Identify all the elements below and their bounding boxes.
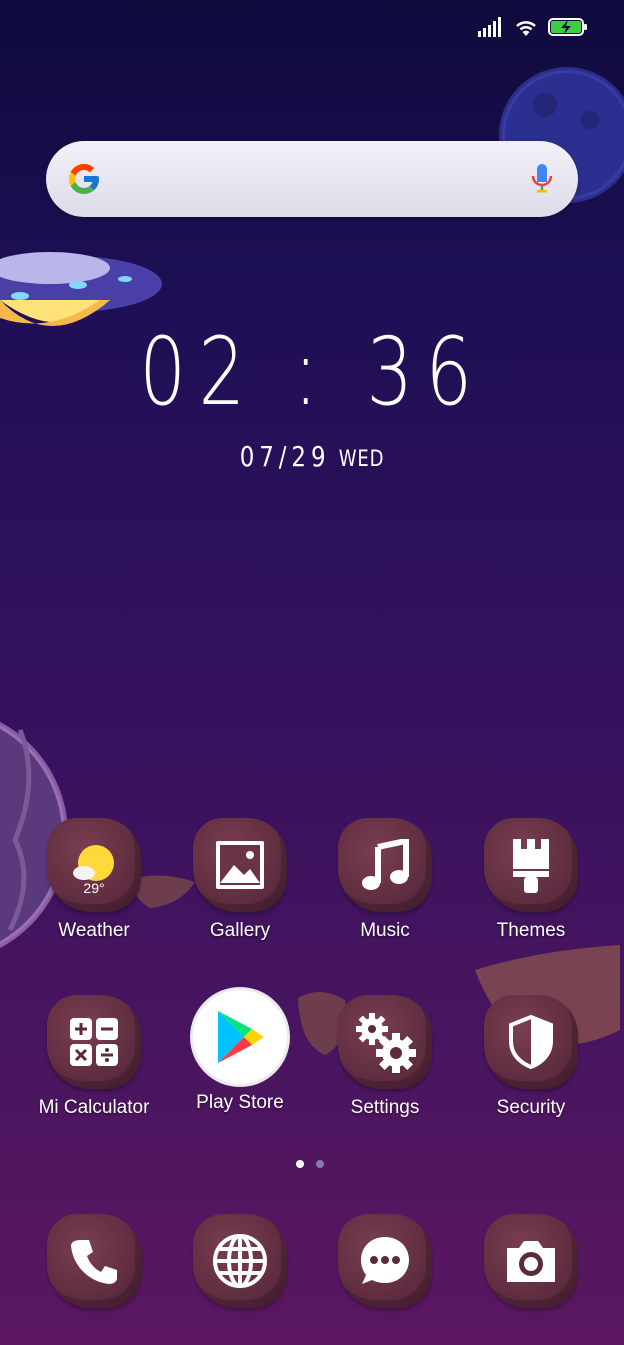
signal-icon bbox=[478, 17, 501, 37]
camera-tile bbox=[484, 1214, 578, 1308]
phone-icon bbox=[71, 1240, 117, 1284]
day-of-week: WED bbox=[338, 447, 385, 472]
weather-tile: 29° bbox=[47, 818, 141, 912]
calculator-tile bbox=[47, 995, 141, 1089]
themes-tile bbox=[484, 818, 578, 912]
gallery-tile bbox=[193, 818, 287, 912]
chat-bubble-icon bbox=[361, 1237, 409, 1284]
messages-tile bbox=[338, 1214, 432, 1308]
page-indicator[interactable] bbox=[296, 1160, 324, 1168]
security-tile bbox=[484, 995, 578, 1089]
dock-browser[interactable] bbox=[167, 1214, 313, 1308]
app-weather[interactable]: 29° Weather bbox=[21, 818, 167, 942]
music-tile bbox=[338, 818, 432, 912]
camera-icon bbox=[507, 1241, 555, 1282]
mic-icon[interactable] bbox=[530, 162, 554, 196]
app-label: Play Store bbox=[196, 1092, 284, 1113]
settings-tile bbox=[338, 995, 432, 1089]
dock-phone[interactable] bbox=[21, 1214, 167, 1308]
app-gallery[interactable]: Gallery bbox=[167, 818, 313, 942]
play-store-icon bbox=[218, 1011, 264, 1063]
app-label: Music bbox=[360, 920, 410, 941]
image-icon bbox=[216, 841, 264, 889]
dock-messages[interactable] bbox=[312, 1214, 458, 1308]
app-label: Gallery bbox=[209, 920, 271, 941]
page-dot-active[interactable] bbox=[296, 1160, 304, 1168]
app-music[interactable]: Music bbox=[312, 818, 458, 942]
dock-camera[interactable] bbox=[458, 1214, 604, 1308]
browser-tile bbox=[193, 1214, 287, 1308]
google-g-icon bbox=[69, 164, 99, 194]
clock-time[interactable]: 02 : 36 bbox=[69, 318, 556, 427]
date-text: 07/29 bbox=[239, 440, 331, 473]
globe-icon bbox=[213, 1234, 267, 1288]
music-note-icon bbox=[362, 839, 409, 890]
app-label: Security bbox=[496, 1097, 566, 1118]
gear-icon bbox=[356, 1013, 416, 1073]
app-settings[interactable]: Settings bbox=[312, 995, 458, 1119]
app-label: Mi Calculator bbox=[38, 1097, 150, 1118]
app-label: Settings bbox=[350, 1097, 420, 1118]
app-mi-calculator[interactable]: Mi Calculator bbox=[21, 995, 167, 1119]
weather-temp: 29° bbox=[83, 880, 105, 896]
app-themes[interactable]: Themes bbox=[458, 818, 604, 942]
phone-tile bbox=[47, 1214, 141, 1308]
wifi-icon bbox=[516, 21, 536, 36]
clock-date[interactable]: 07/29 WED bbox=[56, 440, 568, 473]
app-label: Weather bbox=[58, 920, 130, 941]
brush-icon bbox=[513, 839, 549, 893]
status-bar bbox=[478, 14, 588, 40]
app-label: Themes bbox=[496, 920, 566, 941]
google-search-bar[interactable] bbox=[46, 141, 578, 217]
play-store-tile bbox=[193, 990, 287, 1084]
shield-icon bbox=[509, 1015, 553, 1069]
calculator-icon bbox=[70, 1018, 118, 1066]
app-play-store[interactable]: Play Store bbox=[167, 990, 313, 1114]
battery-charging-icon bbox=[548, 18, 587, 36]
app-security[interactable]: Security bbox=[458, 995, 604, 1119]
page-dot[interactable] bbox=[316, 1160, 324, 1168]
